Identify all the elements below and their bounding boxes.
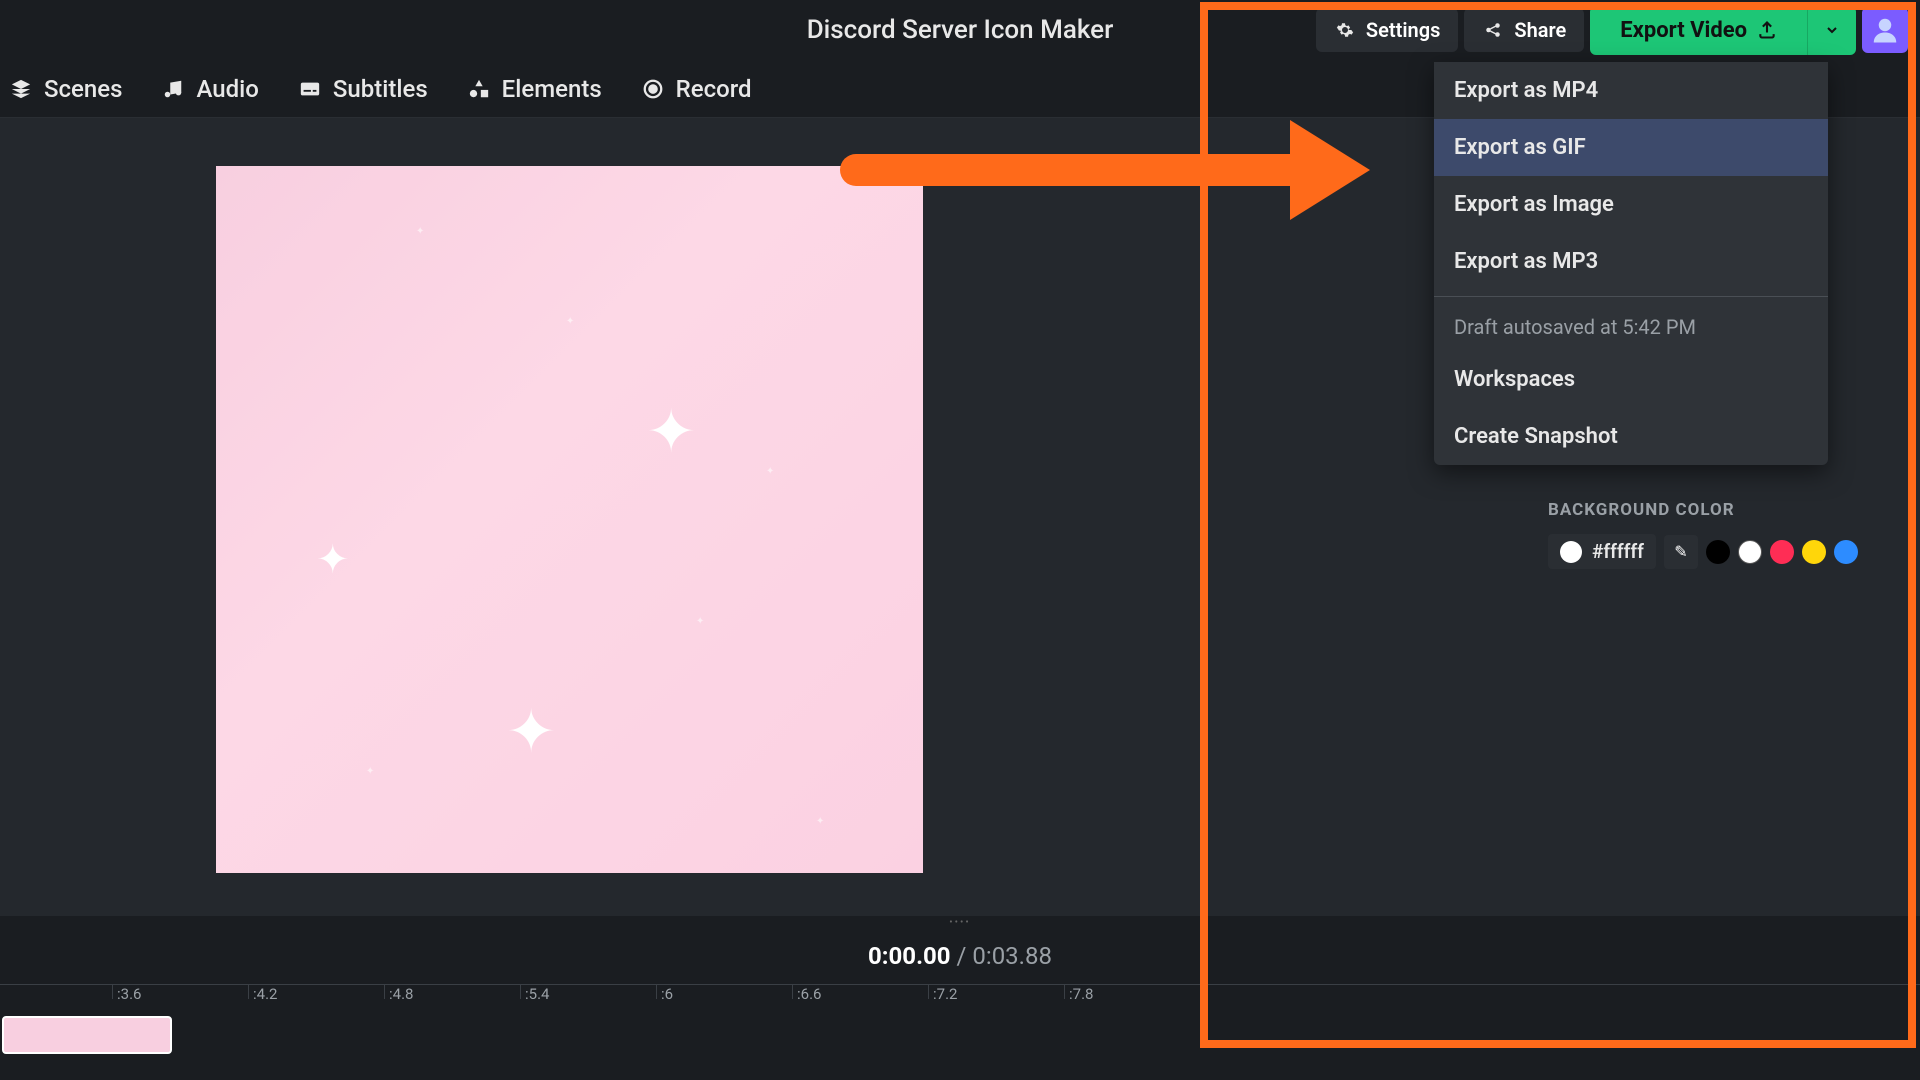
ruler-tick: :4.2 bbox=[248, 985, 277, 999]
color-preset-red[interactable] bbox=[1770, 540, 1794, 564]
nav-scenes[interactable]: Scenes bbox=[10, 75, 122, 103]
record-icon bbox=[642, 78, 664, 100]
top-bar: Discord Server Icon Maker Settings Share… bbox=[0, 0, 1920, 60]
create-snapshot-option[interactable]: Create Snapshot bbox=[1434, 408, 1828, 465]
panel-resize-handle[interactable]: •••• bbox=[0, 916, 1920, 928]
ruler-tick: :3.6 bbox=[112, 985, 141, 999]
bg-color-controls: #ffffff ✎ bbox=[1548, 534, 1916, 569]
nav-elements-label: Elements bbox=[502, 75, 602, 103]
export-video-button[interactable]: Export Video bbox=[1590, 6, 1807, 55]
eyedropper-button[interactable]: ✎ bbox=[1664, 535, 1698, 569]
sparkle-decoration: ✦ bbox=[416, 226, 424, 237]
sparkle-decoration: ✦ bbox=[316, 536, 350, 583]
share-label: Share bbox=[1514, 18, 1566, 42]
export-mp3-option[interactable]: Export as MP3 bbox=[1434, 233, 1828, 290]
hex-value: #ffffff bbox=[1592, 540, 1644, 563]
export-dropdown-toggle[interactable] bbox=[1807, 6, 1856, 55]
ruler-tick: :7.8 bbox=[1064, 985, 1093, 999]
color-preset-black[interactable] bbox=[1706, 540, 1730, 564]
shapes-icon bbox=[468, 78, 490, 100]
sparkle-decoration: ✦ bbox=[566, 316, 574, 327]
settings-button[interactable]: Settings bbox=[1316, 8, 1458, 52]
layers-icon bbox=[10, 78, 32, 100]
time-total: 0:03.88 bbox=[972, 942, 1052, 970]
nav-scenes-label: Scenes bbox=[44, 75, 122, 103]
settings-label: Settings bbox=[1366, 18, 1440, 42]
share-icon bbox=[1482, 19, 1504, 41]
export-dropdown-menu: Export as MP4 Export as GIF Export as Im… bbox=[1434, 62, 1828, 465]
export-label: Export Video bbox=[1620, 18, 1747, 43]
timeline-clips bbox=[0, 1010, 1920, 1070]
bg-color-label: BACKGROUND COLOR bbox=[1548, 500, 1916, 520]
nav-audio[interactable]: Audio bbox=[162, 75, 258, 103]
time-display: 0:00.00 / 0:03.88 bbox=[0, 928, 1920, 984]
ruler-tick: :6 bbox=[656, 985, 673, 999]
eyedropper-icon: ✎ bbox=[1674, 542, 1687, 561]
sparkle-decoration: ✦ bbox=[646, 396, 696, 467]
export-icon bbox=[1757, 20, 1777, 40]
sparkle-decoration: ✦ bbox=[506, 696, 556, 767]
color-hex-input[interactable]: #ffffff bbox=[1548, 534, 1656, 569]
grip-dots-icon: •••• bbox=[949, 917, 971, 928]
time-current: 0:00.00 bbox=[868, 942, 951, 970]
time-sep: / bbox=[951, 942, 973, 970]
export-button-group: Export Video bbox=[1590, 6, 1856, 55]
ruler-tick: :5.4 bbox=[520, 985, 549, 999]
subtitles-icon bbox=[299, 78, 321, 100]
timeline-clip[interactable] bbox=[2, 1016, 172, 1054]
gear-icon bbox=[1334, 19, 1356, 41]
export-mp4-option[interactable]: Export as MP4 bbox=[1434, 62, 1828, 119]
share-button[interactable]: Share bbox=[1464, 8, 1584, 52]
color-preset-white[interactable] bbox=[1738, 540, 1762, 564]
nav-subtitles-label: Subtitles bbox=[333, 75, 428, 103]
music-icon bbox=[162, 78, 184, 100]
menu-divider bbox=[1434, 296, 1828, 297]
nav-record-label: Record bbox=[676, 75, 752, 103]
timeline: 0:00.00 / 0:03.88 :3.6 :4.2 :4.8 :5.4 :6… bbox=[0, 928, 1920, 1070]
sparkle-decoration: ✦ bbox=[816, 816, 824, 827]
chevron-down-icon bbox=[1824, 22, 1840, 38]
nav-audio-label: Audio bbox=[196, 75, 258, 103]
ruler-tick: :4.8 bbox=[384, 985, 413, 999]
export-image-option[interactable]: Export as Image bbox=[1434, 176, 1828, 233]
sparkle-decoration: ✦ bbox=[766, 466, 774, 477]
ruler-tick: :6.6 bbox=[792, 985, 821, 999]
canvas[interactable]: ✦ ✦ ✦ ✦ ✦ ✦ ✦ ✦ ✦ bbox=[216, 166, 923, 873]
timeline-ruler[interactable]: :3.6 :4.2 :4.8 :5.4 :6 :6.6 :7.2 :7.8 bbox=[0, 984, 1920, 1010]
sparkle-decoration: ✦ bbox=[696, 616, 704, 627]
sparkle-decoration: ✦ bbox=[366, 766, 374, 777]
color-preset-yellow[interactable] bbox=[1802, 540, 1826, 564]
nav-elements[interactable]: Elements bbox=[468, 75, 602, 103]
top-right-controls: Settings Share Export Video bbox=[1316, 6, 1908, 55]
autosave-status: Draft autosaved at 5:42 PM bbox=[1434, 303, 1828, 351]
nav-record[interactable]: Record bbox=[642, 75, 752, 103]
color-preset-blue[interactable] bbox=[1834, 540, 1858, 564]
nav-subtitles[interactable]: Subtitles bbox=[299, 75, 428, 103]
current-color-swatch bbox=[1560, 541, 1582, 563]
ruler-tick: :7.2 bbox=[928, 985, 957, 999]
export-gif-option[interactable]: Export as GIF bbox=[1434, 119, 1828, 176]
avatar[interactable] bbox=[1862, 7, 1908, 53]
workspaces-option[interactable]: Workspaces bbox=[1434, 351, 1828, 408]
